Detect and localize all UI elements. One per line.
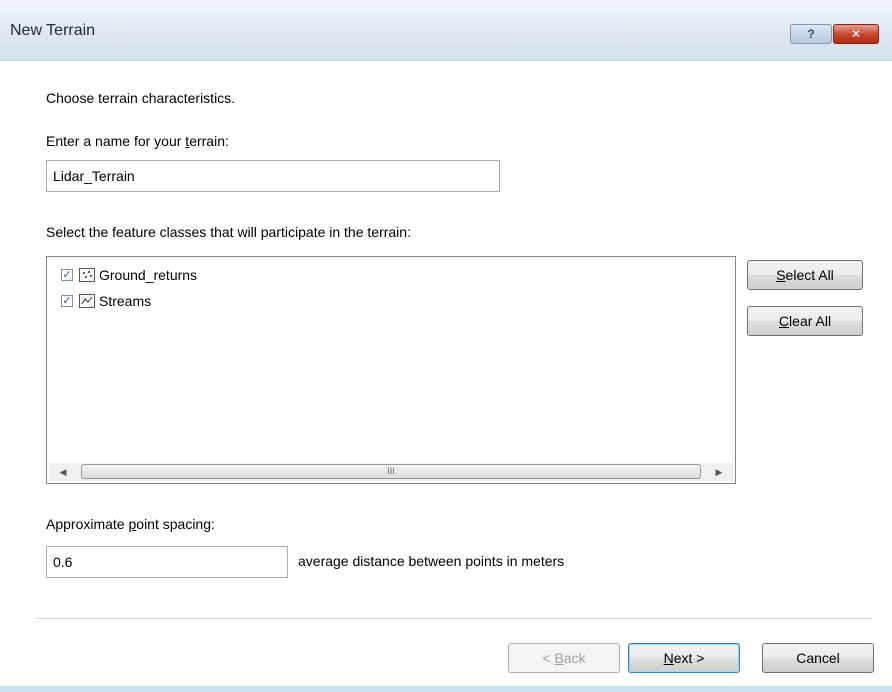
terrain-name-input[interactable]: Lidar_Terrain — [46, 160, 500, 192]
feature-classes-label: Select the feature classes that will par… — [46, 224, 411, 240]
list-item-label: Streams — [99, 293, 152, 309]
point-spacing-input[interactable]: 0.6 — [46, 546, 288, 578]
list-item-label: Ground_returns — [99, 267, 198, 283]
separator — [36, 618, 872, 620]
window-border — [0, 686, 892, 692]
streams-checkbox[interactable]: ✓ — [61, 295, 73, 307]
help-button[interactable]: ? — [790, 24, 832, 44]
window-title: New Terrain — [10, 22, 96, 39]
feature-class-list[interactable]: ✓ Ground_returns ✓ Streams ◀ III ▶ — [46, 256, 736, 484]
title-bar: New Terrain ? ✕ — [0, 0, 892, 61]
multipoint-feature-class-icon — [79, 268, 95, 282]
line-feature-class-icon — [79, 294, 95, 308]
next-button[interactable]: Next > — [628, 643, 740, 673]
ground-returns-checkbox[interactable]: ✓ — [61, 269, 73, 281]
list-item[interactable]: ✓ Streams — [61, 291, 151, 311]
list-item[interactable]: ✓ Ground_returns — [61, 265, 197, 285]
scroll-right-icon[interactable]: ▶ — [711, 463, 727, 481]
back-button[interactable]: < Back — [508, 643, 620, 673]
scroll-thumb[interactable]: III — [81, 464, 701, 479]
terrain-name-label: Enter a name for your terrain: — [46, 133, 229, 149]
point-spacing-label: Approximate point spacing: — [46, 516, 215, 532]
point-spacing-unit-text: average distance between points in meter… — [298, 553, 565, 569]
horizontal-scrollbar[interactable]: ◀ III ▶ — [49, 463, 733, 481]
cancel-button[interactable]: Cancel — [762, 643, 874, 673]
intro-text: Choose terrain characteristics. — [46, 90, 236, 106]
clear-all-button[interactable]: Clear All — [747, 306, 863, 336]
close-button[interactable]: ✕ — [833, 24, 879, 44]
select-all-button[interactable]: Select All — [747, 260, 863, 290]
scroll-left-icon[interactable]: ◀ — [55, 463, 71, 481]
